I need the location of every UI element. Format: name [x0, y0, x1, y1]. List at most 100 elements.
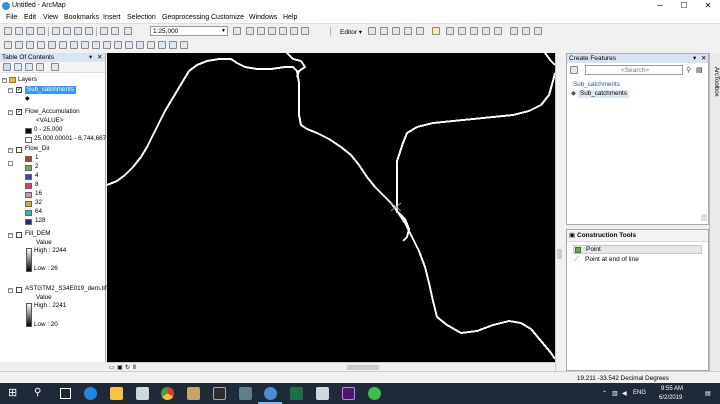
- minimize-button[interactable]: ─: [648, 0, 672, 12]
- menu-edit[interactable]: Edit: [24, 14, 36, 21]
- search-window-icon[interactable]: [268, 27, 276, 35]
- layer-visibility-checkbox[interactable]: ✓: [16, 109, 22, 115]
- template-item[interactable]: Sub_catchments: [578, 90, 629, 98]
- pan-icon[interactable]: [26, 41, 34, 49]
- app-icon[interactable]: [239, 387, 252, 400]
- layer-visibility-checkbox[interactable]: [16, 287, 22, 293]
- full-extent-icon[interactable]: [37, 41, 45, 49]
- select-elements-icon[interactable]: [114, 41, 122, 49]
- fixed-zoom-in-icon[interactable]: [48, 41, 56, 49]
- edit-annotation-icon[interactable]: [380, 27, 388, 35]
- premiere-icon[interactable]: [342, 387, 355, 400]
- collapse-icon[interactable]: [8, 161, 13, 166]
- open-icon[interactable]: [15, 27, 23, 35]
- arctoolbox-icon[interactable]: [279, 27, 287, 35]
- catalog-icon[interactable]: [257, 27, 265, 35]
- hyperlink-icon[interactable]: [158, 41, 166, 49]
- construction-tool-point-at-end-of-line[interactable]: ⟋ Point at end of line: [573, 256, 702, 265]
- menu-selection[interactable]: Selection: [127, 14, 156, 21]
- organize-templates-icon[interactable]: [570, 66, 578, 74]
- zoom-out-icon[interactable]: [15, 41, 23, 49]
- windows-start-icon[interactable]: ⊞: [8, 387, 17, 399]
- fixed-zoom-out-icon[interactable]: [59, 41, 67, 49]
- collapse-icon[interactable]: −: [8, 110, 13, 115]
- copy-icon[interactable]: [63, 27, 71, 35]
- arctoolbox-dock-tab[interactable]: ArcToolbox: [709, 53, 720, 371]
- template-search-input[interactable]: <Search>: [585, 65, 683, 75]
- go-back-icon[interactable]: [70, 41, 78, 49]
- layer-fill-dem[interactable]: Fill_DEM: [25, 230, 51, 238]
- delete-icon[interactable]: [85, 27, 93, 35]
- menu-insert[interactable]: Insert: [103, 14, 121, 21]
- close-button[interactable]: ✕: [696, 0, 720, 12]
- identify-icon[interactable]: [125, 41, 133, 49]
- app-icon[interactable]: [187, 387, 200, 400]
- layer-sub-catchments[interactable]: Sub_catchments: [25, 86, 76, 94]
- measure-icon[interactable]: [147, 41, 155, 49]
- close-icon[interactable]: ✕: [97, 53, 102, 62]
- undo-icon[interactable]: [100, 27, 108, 35]
- clock-date[interactable]: 6/2/2019: [659, 395, 682, 401]
- straight-segment-icon[interactable]: [392, 27, 400, 35]
- input-language[interactable]: ENG: [633, 390, 646, 396]
- list-by-selection-icon[interactable]: [36, 63, 44, 71]
- scrollbar-thumb[interactable]: [557, 249, 562, 259]
- layer-flow-dir[interactable]: Flow_Dir: [25, 145, 50, 153]
- edit-tool-icon[interactable]: [368, 27, 376, 35]
- list-by-visibility-icon[interactable]: [25, 63, 33, 71]
- menu-customize[interactable]: Customize: [211, 14, 244, 21]
- python-icon[interactable]: [290, 27, 298, 35]
- rotate-icon[interactable]: [494, 27, 502, 35]
- save-icon[interactable]: [26, 27, 34, 35]
- create-features-icon[interactable]: [534, 27, 542, 35]
- map-horizontal-scrollbar[interactable]: ▭ ▣ ↻ Ⅱ: [107, 362, 555, 371]
- search-icon[interactable]: ⚲: [686, 66, 691, 74]
- layer-visibility-checkbox[interactable]: [16, 232, 22, 238]
- collapse-icon[interactable]: −: [8, 88, 13, 93]
- notifications-icon[interactable]: ▤: [705, 390, 711, 397]
- resize-grip[interactable]: [701, 214, 707, 221]
- print-icon[interactable]: [37, 27, 45, 35]
- scale-combobox[interactable]: 1:25,000 ▼: [150, 26, 228, 36]
- filter-icon[interactable]: ▤: [696, 66, 703, 74]
- layer-astgtm2-dem[interactable]: ASTGTM2_S34E019_dem.tif: [25, 285, 107, 293]
- endpoint-arc-icon[interactable]: [404, 27, 412, 35]
- add-data-icon[interactable]: [124, 27, 132, 35]
- scrollbar-thumb[interactable]: [347, 365, 379, 370]
- pin-icon[interactable]: ▾: [693, 54, 696, 63]
- line-messenger-icon[interactable]: [368, 387, 381, 400]
- model-builder-icon[interactable]: [301, 27, 309, 35]
- point-tool-icon[interactable]: [432, 27, 440, 35]
- list-by-source-icon[interactable]: [14, 63, 22, 71]
- time-slider-icon[interactable]: [180, 41, 188, 49]
- redo-icon[interactable]: [111, 27, 119, 35]
- network-icon[interactable]: ▥: [612, 390, 618, 397]
- editor-menu[interactable]: Editor ▾: [340, 28, 362, 36]
- menu-geoprocessing[interactable]: Geoprocessing: [162, 14, 209, 21]
- collapse-icon[interactable]: −: [8, 288, 13, 293]
- app-icon[interactable]: [316, 387, 329, 400]
- menu-view[interactable]: View: [43, 14, 58, 21]
- options-icon[interactable]: [51, 63, 59, 71]
- app-icon[interactable]: [213, 387, 226, 400]
- data-view-icon[interactable]: ▣: [117, 364, 123, 371]
- collapse-icon[interactable]: −: [8, 233, 13, 238]
- volume-icon[interactable]: ◀: [622, 390, 627, 397]
- maximize-button[interactable]: ☐: [672, 0, 696, 12]
- trace-icon[interactable]: [416, 27, 424, 35]
- pin-icon[interactable]: ▾: [89, 53, 92, 62]
- pause-drawing-icon[interactable]: Ⅱ: [133, 364, 136, 371]
- chrome-icon[interactable]: [161, 387, 174, 400]
- clear-selection-icon[interactable]: [103, 41, 111, 49]
- layers-root-label[interactable]: Layers: [18, 76, 37, 84]
- edit-vertices-icon[interactable]: [446, 27, 454, 35]
- collapse-icon[interactable]: −: [2, 78, 7, 83]
- layer-flow-accumulation[interactable]: Flow_Accumulation: [25, 108, 80, 116]
- store-icon[interactable]: [136, 387, 149, 400]
- excel-icon[interactable]: [290, 387, 303, 400]
- reshape-icon[interactable]: [458, 27, 466, 35]
- map-canvas[interactable]: [106, 52, 556, 362]
- map-vertical-scrollbar[interactable]: [555, 53, 563, 371]
- menu-windows[interactable]: Windows: [249, 14, 277, 21]
- find-icon[interactable]: [136, 41, 144, 49]
